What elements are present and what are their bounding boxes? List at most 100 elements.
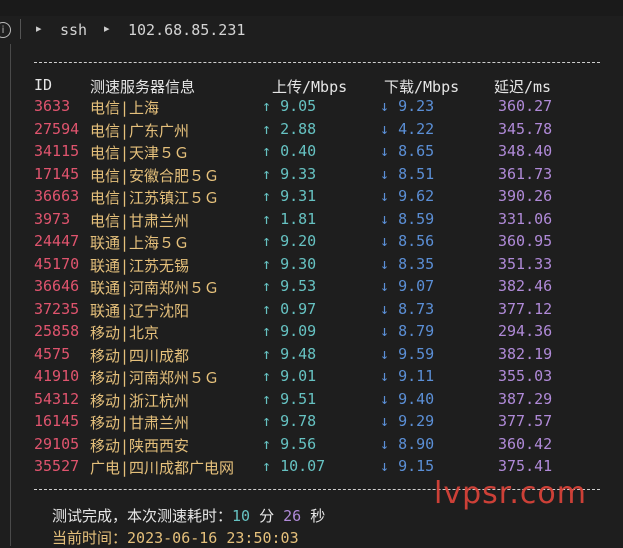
arrow-up-icon: ↑	[262, 457, 281, 475]
table-row: 45170 联通|江苏无锡 ↑ 9.30 ↓ 8.35 351.33	[0, 255, 623, 277]
row-download-value: 9.59	[398, 344, 435, 363]
row-latency: 294.36	[498, 322, 553, 340]
row-server: 联通|江苏无锡	[90, 256, 190, 275]
row-upload-value: 0.97	[280, 299, 317, 318]
arrow-down-icon: ↓	[380, 412, 399, 430]
duration-seconds: 26	[283, 507, 302, 525]
row-download-value: 9.11	[398, 367, 435, 385]
row-download-value: 9.29	[398, 412, 435, 430]
row-download-value: 9.15	[398, 457, 435, 475]
row-latency: 361.73	[498, 164, 553, 183]
row-id: 45170	[34, 254, 80, 273]
row-upload-value: 9.31	[280, 187, 317, 205]
row-download-value: 9.62	[398, 187, 435, 205]
seconds-unit: 秒	[310, 507, 326, 525]
breadcrumb-item-ssh[interactable]: ssh	[60, 21, 87, 39]
row-download-value: 9.23	[398, 97, 435, 115]
row-upload-value: 9.05	[280, 97, 317, 115]
arrow-up-icon: ↑	[262, 299, 281, 318]
arrow-up-icon: ↑	[262, 119, 281, 138]
footer-duration: 测试完成，本次测速耗时：10 分 26 秒	[52, 505, 325, 526]
row-upload: ↑ 10.07	[262, 457, 325, 475]
row-latency: 360.27	[498, 97, 553, 115]
row-server: 电信|广东广州	[90, 121, 190, 140]
row-latency: 351.33	[498, 254, 553, 273]
row-id: 37235	[34, 299, 80, 318]
table-row: 27594 电信|广东广州 ↑ 2.88 ↓ 4.22 345.78	[0, 120, 623, 142]
header-upload: 上传/Mbps	[272, 78, 348, 96]
row-latency: 360.42	[498, 434, 553, 453]
header-latency: 延迟/ms	[494, 78, 552, 96]
time-label: 当前时间：	[52, 529, 128, 547]
row-id: 41910	[34, 367, 80, 385]
arrow-down-icon: ↓	[380, 457, 399, 475]
arrow-down-icon: ↓	[380, 209, 399, 228]
row-latency: 331.06	[498, 209, 553, 228]
row-latency: 377.12	[498, 299, 553, 318]
row-upload-value: 9.01	[280, 367, 317, 385]
info-icon[interactable]: i	[0, 22, 11, 38]
table-row: 24447 联通|上海５Ｇ ↑ 9.20 ↓ 8.56 360.95	[0, 232, 623, 254]
row-upload-value: 9.51	[280, 389, 317, 408]
row-id: 36663	[34, 187, 80, 205]
row-upload: ↑ 9.01	[262, 367, 316, 385]
row-server: 移动|四川成都	[90, 346, 190, 365]
window-top-strip	[0, 0, 623, 16]
table-row: 16145 移动|甘肃兰州 ↑ 9.78 ↓ 9.29 377.57	[0, 412, 623, 434]
row-download: ↓ 9.59	[380, 345, 434, 363]
row-upload-value: 9.33	[280, 164, 317, 183]
row-id: 24447	[34, 232, 80, 250]
table-row: 4575 移动|四川成都 ↑ 9.48 ↓ 9.59 382.19	[0, 345, 623, 367]
row-download-value: 8.65	[398, 142, 435, 160]
row-id: 34115	[34, 142, 80, 160]
row-download-value: 8.35	[398, 254, 435, 273]
watermark-logo: lvpsr.com	[434, 476, 587, 511]
arrow-down-icon: ↓	[380, 299, 399, 318]
row-download-value: 8.56	[398, 232, 435, 250]
row-upload-value: 9.56	[280, 434, 317, 453]
table-row: 37235 联通|辽宁沈阳 ↑ 0.97 ↓ 8.73 377.12	[0, 300, 623, 322]
arrow-up-icon: ↑	[262, 209, 281, 228]
chevron-right-icon: ▸	[104, 22, 110, 35]
row-download: ↓ 9.11	[380, 367, 434, 385]
row-server: 移动|河南郑州５Ｇ	[90, 369, 220, 387]
row-server: 移动|陕西西安	[90, 436, 190, 455]
row-download-value: 8.90	[398, 434, 435, 453]
row-upload: ↑ 0.40	[262, 142, 316, 160]
row-upload: ↑ 0.97	[262, 300, 316, 318]
arrow-up-icon: ↑	[262, 142, 281, 160]
row-latency: 375.41	[498, 457, 553, 475]
row-id: 36646	[34, 277, 80, 295]
table-row: 41910 移动|河南郑州５Ｇ ↑ 9.01 ↓ 9.11 355.03	[0, 367, 623, 389]
arrow-down-icon: ↓	[380, 97, 399, 115]
table-row: 54312 移动|浙江杭州 ↑ 9.51 ↓ 9.40 387.29	[0, 390, 623, 412]
row-upload-value: 9.30	[280, 254, 317, 273]
row-upload-value: 9.78	[280, 412, 317, 430]
arrow-down-icon: ↓	[380, 164, 399, 183]
row-download: ↓ 9.29	[380, 412, 434, 430]
row-upload: ↑ 9.20	[262, 232, 316, 250]
row-upload-value: 9.48	[280, 344, 317, 363]
row-server: 联通|河南郑州５Ｇ	[90, 279, 220, 297]
row-download-value: 8.51	[398, 164, 435, 183]
row-upload-value: 9.20	[280, 232, 317, 250]
row-download: ↓ 8.79	[380, 322, 434, 340]
row-download: ↓ 8.51	[380, 165, 434, 183]
row-latency: 382.46	[498, 277, 553, 295]
arrow-down-icon: ↓	[380, 232, 399, 250]
row-server: 电信|江苏镇江５Ｇ	[90, 189, 220, 207]
footer-time: 当前时间：2023-06-16 23:50:03	[52, 527, 299, 548]
arrow-up-icon: ↑	[262, 389, 281, 408]
row-upload: ↑ 9.51	[262, 390, 316, 408]
breadcrumb-item-host[interactable]: 102.68.85.231	[128, 21, 245, 39]
row-download-value: 9.07	[398, 277, 435, 295]
arrow-up-icon: ↑	[262, 254, 281, 273]
arrow-up-icon: ↑	[262, 232, 281, 250]
row-download: ↓ 8.90	[380, 435, 434, 453]
row-id: 29105	[34, 434, 80, 453]
row-id: 3633	[34, 97, 71, 115]
row-latency: 387.29	[498, 389, 553, 408]
row-download: ↓ 8.65	[380, 142, 434, 160]
row-upload-value: 1.81	[280, 209, 317, 228]
arrow-up-icon: ↑	[262, 412, 281, 430]
